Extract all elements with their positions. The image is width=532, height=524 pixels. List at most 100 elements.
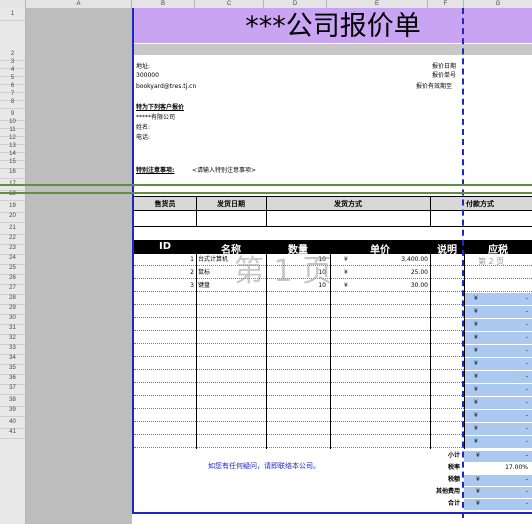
table-row: ¥ - (134, 397, 532, 409)
taxable-currency: ¥ (474, 386, 478, 393)
frozen-pane-line-top[interactable] (0, 184, 532, 186)
taxable-currency: ¥ (474, 412, 478, 419)
taxable-value: - (525, 321, 528, 328)
total-value: - (525, 452, 528, 459)
taxable-value: - (525, 360, 528, 367)
client-phone-label: 电话: (136, 134, 151, 141)
item-currency: ¥ (344, 269, 348, 276)
row-header-1[interactable]: 1 (0, 8, 25, 21)
ship-bottom-line (134, 226, 532, 227)
total-value: - (525, 476, 528, 483)
table-row: ¥ - (134, 423, 532, 435)
items-divider-4 (430, 254, 431, 449)
quote-page: ***公司报价单 地址: 300000 bookyard@tres.tj.cn … (132, 8, 532, 514)
page-2-watermark: 第 2 页 (478, 257, 505, 266)
taxable-value: - (525, 347, 528, 354)
items-divider-1 (196, 254, 197, 449)
email-address: bookyard@tres.tj.cn (136, 83, 197, 90)
item-price: 3,400.00 (401, 256, 428, 263)
table-row: 2 鼠标 10 ¥25.00 (134, 267, 532, 279)
total-label: 税额 (447, 476, 460, 483)
items-divider-5 (464, 254, 465, 449)
notes-text[interactable]: <请输入特别注意事项> (192, 167, 256, 175)
table-row: ¥ - (134, 436, 532, 448)
totals-section: 如您有任何疑问，请即联络本公司。 小计 ¥ - 税率 17.00% 税额 ¥ - 其他费用 ¥ - 合… (134, 448, 532, 512)
payment-method-header: 付款方式 (466, 200, 494, 208)
table-row: ¥ - (134, 332, 532, 344)
ship-divider-3 (430, 196, 431, 226)
taxable-currency: ¥ (474, 360, 478, 367)
ship-method-header: 发货方式 (334, 200, 362, 208)
table-row: ¥ - (134, 358, 532, 370)
taxable-value: - (525, 425, 528, 432)
taxable-value: - (525, 373, 528, 380)
table-row: ¥ - (134, 293, 532, 305)
shipping-header-row: 售货员 发货日期 发货方式 付款方式 (134, 196, 532, 211)
taxable-value: - (525, 308, 528, 315)
client-company: *****有限公司 (136, 114, 176, 121)
taxable-currency: ¥ (474, 321, 478, 328)
total-label: 合计 (447, 500, 460, 507)
total-currency: ¥ (476, 476, 480, 483)
taxable-value: - (525, 399, 528, 406)
ship-divider-1 (196, 196, 197, 226)
taxable-value: - (525, 412, 528, 419)
table-row: ¥ - (134, 371, 532, 383)
column-header-d[interactable]: D (264, 0, 327, 8)
salesperson-header: 售货员 (154, 200, 176, 208)
column-header-b[interactable]: B (132, 0, 195, 8)
total-currency: ¥ (476, 452, 480, 459)
row-header-bar: 1234567891011121314151617181920212223242… (0, 8, 26, 524)
table-row: ¥ - (134, 345, 532, 357)
table-row: ¥ - (134, 410, 532, 422)
ship-divider-2 (266, 196, 267, 226)
notes-label: 特别注意事项: (136, 167, 175, 174)
taxable-currency: ¥ (474, 295, 478, 302)
taxable-value: - (525, 386, 528, 393)
table-row: 1 台式计算机 10 ¥3,400.00 (134, 254, 532, 266)
shipping-table: 售货员 发货日期 发货方式 付款方式 (134, 196, 532, 238)
total-value: - (525, 500, 528, 507)
taxable-value: - (525, 438, 528, 445)
item-id: 1 (190, 256, 194, 263)
table-row: ¥ - (134, 306, 532, 318)
page-title: ***公司报价单 (245, 11, 421, 42)
taxable-currency: ¥ (474, 399, 478, 406)
taxable-currency: ¥ (474, 308, 478, 315)
column-header-e[interactable]: E (327, 0, 428, 8)
table-row: ¥ - (134, 384, 532, 396)
taxable-currency: ¥ (474, 438, 478, 445)
frozen-pane-line-bottom[interactable] (0, 192, 532, 194)
total-label: 小计 (447, 452, 460, 459)
quote-date-label: 报价日期 (432, 63, 457, 70)
item-price: 25.00 (410, 269, 428, 276)
ship-date-header: 发货日期 (217, 200, 245, 208)
spreadsheet: A B C D E F G 12345678910111213141516171… (0, 0, 532, 524)
column-header-g[interactable]: G (464, 0, 532, 8)
column-header-c[interactable]: C (195, 0, 264, 8)
items-header-row: ID 名称 数量 单价 说明 应税 (134, 240, 532, 256)
page-1-watermark: 第 1 页 (234, 254, 333, 289)
table-row: 3 键盘 10 ¥30.00 (134, 280, 532, 292)
row-header-41[interactable]: 41 (0, 426, 25, 439)
taxable-value: - (525, 334, 528, 341)
contact-note: 如您有任何疑问，请即联络本公司。 (208, 462, 320, 470)
taxable-value: - (525, 295, 528, 302)
taxable-currency: ¥ (474, 334, 478, 341)
item-currency: ¥ (344, 282, 348, 289)
title-bar: ***公司报价单 (134, 8, 532, 43)
client-heading: 特为下列客户报价 (136, 104, 185, 111)
address-label: 地址: (136, 63, 151, 70)
item-price: 30.00 (410, 282, 428, 289)
total-label: 税率 (447, 464, 460, 471)
total-value: - (525, 488, 528, 495)
taxable-currency: ¥ (474, 425, 478, 432)
item-id: 2 (190, 269, 194, 276)
quote-valid-label: 报价有效期至 (416, 83, 453, 90)
column-header-f[interactable]: F (428, 0, 464, 8)
client-name-label: 姓名: (136, 124, 151, 131)
total-label: 其他费用 (435, 488, 460, 495)
column-header-a[interactable]: A (26, 0, 132, 8)
select-all-corner[interactable] (0, 0, 26, 8)
item-id: 3 (190, 282, 194, 289)
